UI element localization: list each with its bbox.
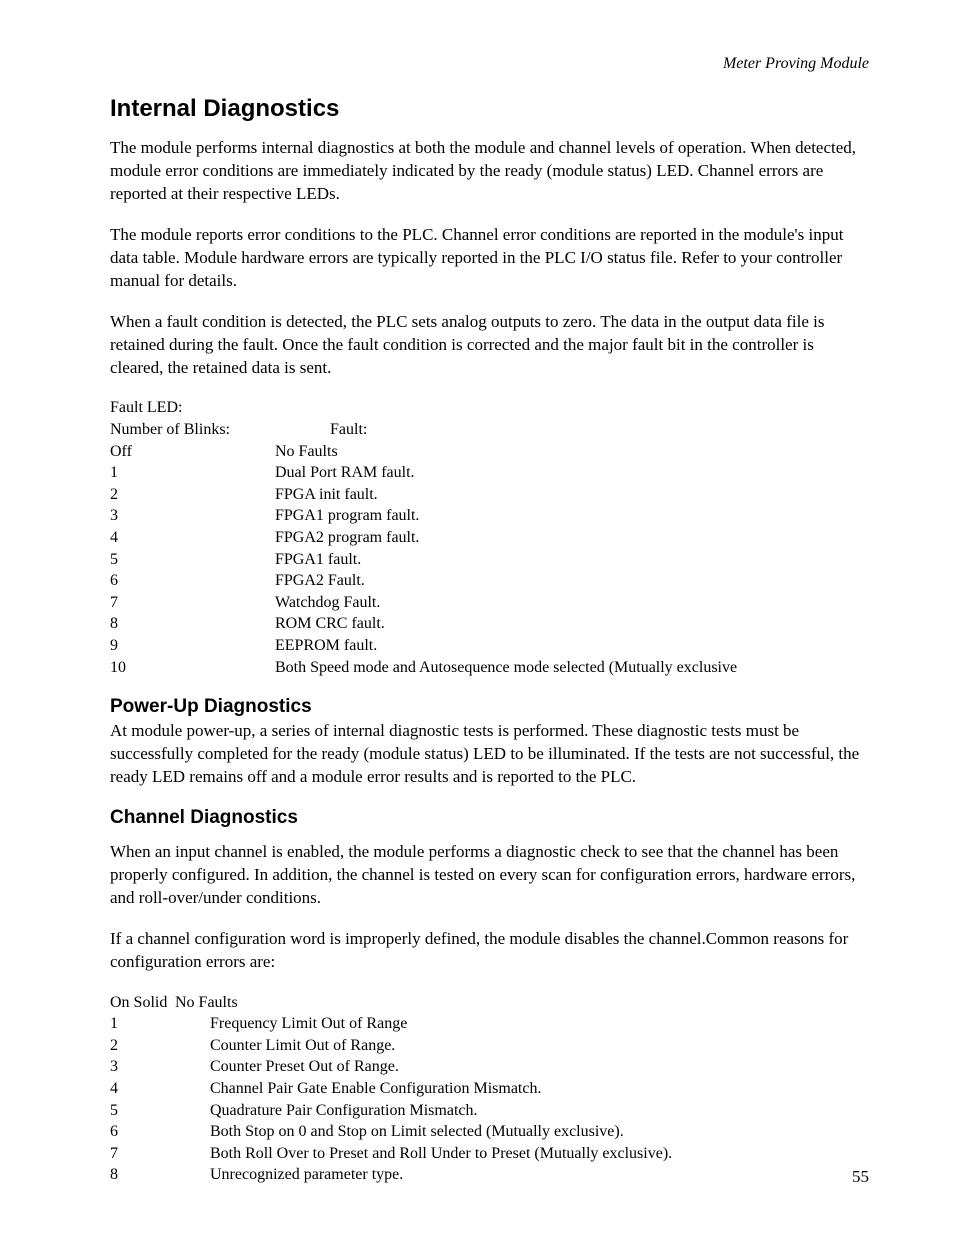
cell-blinks: 6 [110, 570, 275, 592]
table-row: 3Counter Preset Out of Range. [110, 1056, 869, 1078]
header-onsolid: On Solid [110, 992, 175, 1014]
table-row: 4Channel Pair Gate Enable Configuration … [110, 1078, 869, 1100]
cell-fault: FPGA2 Fault. [275, 570, 869, 592]
channel-table-header: On Solid No Faults [110, 992, 869, 1014]
paragraph: If a channel configuration word is impro… [110, 928, 869, 974]
heading-internal-diagnostics: Internal Diagnostics [110, 95, 869, 123]
cell-fault: Watchdog Fault. [275, 592, 869, 614]
cell-blinks: 2 [110, 484, 275, 506]
fault-led-table: Fault LED: Number of Blinks: Fault: OffN… [110, 397, 869, 678]
cell-desc: Counter Preset Out of Range. [210, 1056, 399, 1078]
table-row: 5Quadrature Pair Configuration Mismatch. [110, 1100, 869, 1122]
paragraph: When a fault condition is detected, the … [110, 311, 869, 380]
page: Meter Proving Module Internal Diagnostic… [0, 0, 954, 1235]
paragraph: The module reports error conditions to t… [110, 224, 869, 293]
cell-num: 3 [110, 1056, 210, 1078]
cell-fault: Dual Port RAM fault. [275, 462, 869, 484]
paragraph: At module power-up, a series of internal… [110, 720, 869, 789]
page-number: 55 [852, 1167, 869, 1187]
table-row: 3FPGA1 program fault. [110, 505, 869, 527]
cell-desc: Both Stop on 0 and Stop on Limit selecte… [210, 1121, 624, 1143]
cell-blinks: 1 [110, 462, 275, 484]
table-row: 9EEPROM fault. [110, 635, 869, 657]
cell-num: 5 [110, 1100, 210, 1122]
cell-desc: Frequency Limit Out of Range [210, 1013, 407, 1035]
running-header: Meter Proving Module [110, 55, 869, 73]
cell-blinks: 4 [110, 527, 275, 549]
table-row: 1Frequency Limit Out of Range [110, 1013, 869, 1035]
table-row: 2Counter Limit Out of Range. [110, 1035, 869, 1057]
cell-num: 6 [110, 1121, 210, 1143]
table-row: 1Dual Port RAM fault. [110, 462, 869, 484]
table-row: 5FPGA1 fault. [110, 549, 869, 571]
cell-blinks: 5 [110, 549, 275, 571]
channel-fault-table: On Solid No Faults 1Frequency Limit Out … [110, 992, 869, 1186]
cell-desc: Quadrature Pair Configuration Mismatch. [210, 1100, 478, 1122]
table-row: 6FPGA2 Fault. [110, 570, 869, 592]
cell-fault: FPGA1 fault. [275, 549, 869, 571]
paragraph: When an input channel is enabled, the mo… [110, 841, 869, 910]
cell-fault: No Faults [275, 441, 869, 463]
fault-table-header: Number of Blinks: Fault: [110, 419, 869, 441]
table-row: 8Unrecognized parameter type. [110, 1164, 869, 1186]
cell-fault: FPGA2 program fault. [275, 527, 869, 549]
table-row: 7Both Roll Over to Preset and Roll Under… [110, 1143, 869, 1165]
table-row: 2FPGA init fault. [110, 484, 869, 506]
paragraph: The module performs internal diagnostics… [110, 137, 869, 206]
cell-num: 1 [110, 1013, 210, 1035]
heading-power-up-diagnostics: Power-Up Diagnostics [110, 696, 869, 718]
cell-fault: ROM CRC fault. [275, 613, 869, 635]
cell-desc: Unrecognized parameter type. [210, 1164, 403, 1186]
cell-blinks: Off [110, 441, 275, 463]
header-nofaults: No Faults [175, 992, 238, 1014]
table-row: 4FPGA2 program fault. [110, 527, 869, 549]
table-row: 10Both Speed mode and Autosequence mode … [110, 657, 869, 679]
cell-blinks: 9 [110, 635, 275, 657]
cell-desc: Counter Limit Out of Range. [210, 1035, 395, 1057]
table-row: 8ROM CRC fault. [110, 613, 869, 635]
cell-desc: Channel Pair Gate Enable Configuration M… [210, 1078, 541, 1100]
cell-fault: FPGA1 program fault. [275, 505, 869, 527]
cell-blinks: 8 [110, 613, 275, 635]
cell-num: 4 [110, 1078, 210, 1100]
cell-fault: Both Speed mode and Autosequence mode se… [275, 657, 869, 679]
cell-blinks: 3 [110, 505, 275, 527]
table-row: 7Watchdog Fault. [110, 592, 869, 614]
cell-blinks: 7 [110, 592, 275, 614]
cell-desc: Both Roll Over to Preset and Roll Under … [210, 1143, 672, 1165]
fault-led-caption: Fault LED: [110, 397, 869, 419]
cell-blinks: 10 [110, 657, 275, 679]
cell-num: 7 [110, 1143, 210, 1165]
cell-num: 2 [110, 1035, 210, 1057]
table-row: 6Both Stop on 0 and Stop on Limit select… [110, 1121, 869, 1143]
header-fault: Fault: [275, 419, 869, 441]
cell-num: 8 [110, 1164, 210, 1186]
cell-fault: FPGA init fault. [275, 484, 869, 506]
cell-fault: EEPROM fault. [275, 635, 869, 657]
table-row: OffNo Faults [110, 441, 869, 463]
header-blinks: Number of Blinks: [110, 419, 275, 441]
heading-channel-diagnostics: Channel Diagnostics [110, 807, 869, 829]
